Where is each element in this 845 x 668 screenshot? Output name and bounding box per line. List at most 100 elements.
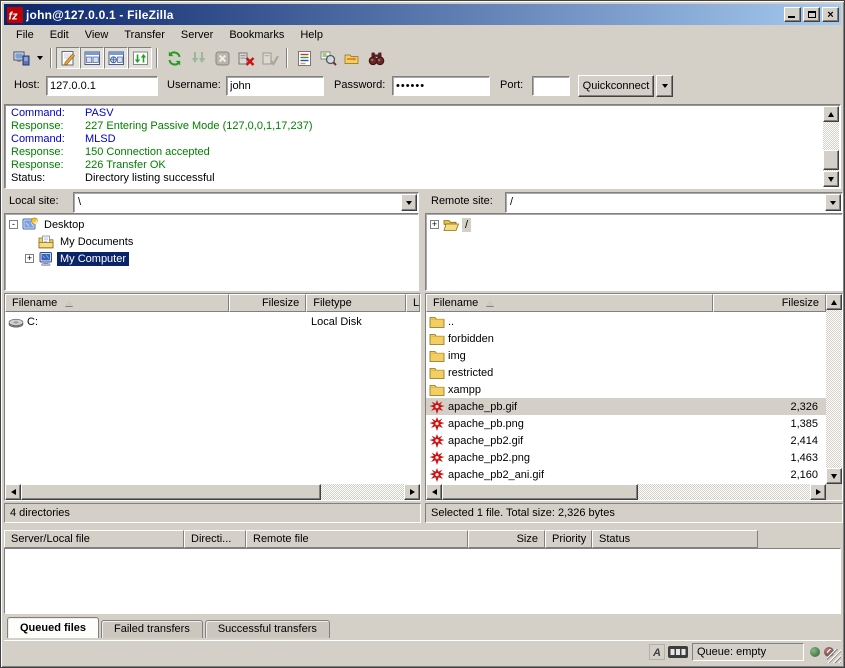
tree-item-icon: [443, 217, 459, 233]
remote-site-value: /: [510, 196, 513, 208]
queue-column-header[interactable]: Remote file: [246, 530, 468, 548]
file-row[interactable]: apache_pb.png 1,385: [426, 415, 826, 432]
remote-horizontal-scrollbar[interactable]: [426, 484, 826, 500]
log-scrollbar[interactable]: [823, 106, 839, 187]
queue-column-header[interactable]: Priority: [545, 530, 592, 548]
column-header-filesize[interactable]: Filesize: [229, 294, 306, 312]
column-header-filesize[interactable]: Filesize: [713, 294, 826, 312]
tree-item[interactable]: + My Computer: [9, 250, 418, 267]
password-input[interactable]: [392, 76, 490, 96]
tree-expander[interactable]: +: [430, 220, 439, 229]
menu-item[interactable]: Server: [173, 27, 221, 43]
quickconnect-button[interactable]: Quickconnect: [578, 75, 654, 97]
column-header-filename[interactable]: Filename: [426, 294, 713, 312]
menu-item[interactable]: Help: [292, 27, 331, 43]
synchronized-browsing-button[interactable]: [340, 47, 364, 69]
file-row[interactable]: img: [426, 347, 826, 364]
toggle-transfer-queue-button[interactable]: [128, 47, 152, 69]
scroll-left-button[interactable]: [5, 484, 21, 500]
queue-column-header[interactable]: Directi...: [184, 530, 246, 548]
disconnect-button[interactable]: [234, 47, 258, 69]
file-row[interactable]: ..: [426, 313, 826, 330]
scrollbar-thumb[interactable]: [21, 484, 321, 500]
scrollbar-thumb[interactable]: [823, 150, 839, 170]
tree-expander[interactable]: +: [25, 254, 34, 263]
site-manager-dropdown-button[interactable]: [33, 47, 46, 69]
local-horizontal-scrollbar[interactable]: [5, 484, 420, 500]
directory-comparison-button[interactable]: [316, 47, 340, 69]
queue-column-header[interactable]: Size: [468, 530, 545, 548]
queue-tab[interactable]: Failed transfers: [101, 620, 203, 638]
refresh-button[interactable]: [162, 47, 186, 69]
menu-item[interactable]: Bookmarks: [221, 27, 292, 43]
combo-dropdown-button[interactable]: [401, 194, 417, 211]
minimize-button[interactable]: [784, 7, 801, 22]
menu-item[interactable]: Transfer: [116, 27, 173, 43]
local-site-combo[interactable]: \: [73, 192, 419, 213]
toggle-remote-tree-button[interactable]: [104, 47, 128, 69]
queue-column-header[interactable]: Status: [592, 530, 758, 548]
tree-item-label: /: [462, 218, 471, 232]
scroll-down-button[interactable]: [826, 468, 842, 484]
file-row[interactable]: restricted: [426, 364, 826, 381]
port-input[interactable]: [532, 76, 570, 96]
tree-item[interactable]: + /: [430, 216, 842, 233]
reconnect-button[interactable]: [258, 47, 282, 69]
file-row[interactable]: apache_pb2.gif 2,414: [426, 432, 826, 449]
file-row[interactable]: C: Local Disk: [5, 313, 420, 330]
toggle-local-tree-button[interactable]: [80, 47, 104, 69]
maximize-button[interactable]: [803, 7, 820, 22]
file-name: apache_pb2_ani.gif: [448, 469, 544, 481]
quickconnect-dropdown-button[interactable]: [656, 75, 673, 97]
menu-item[interactable]: Edit: [42, 27, 77, 43]
menu-item[interactable]: File: [8, 27, 42, 43]
scroll-up-button[interactable]: [823, 106, 839, 122]
file-size: 2,326: [713, 401, 826, 413]
tree-item[interactable]: - Desktop: [9, 216, 418, 233]
filter-button[interactable]: [292, 47, 316, 69]
combo-dropdown-button[interactable]: [825, 194, 841, 211]
menubar: FileEditViewTransferServerBookmarksHelp: [4, 25, 841, 45]
toggle-message-log-button[interactable]: [56, 47, 80, 69]
file-size: 1,385: [713, 418, 826, 430]
column-header-filetype[interactable]: Filetype: [306, 294, 406, 312]
remote-site-combo[interactable]: /: [505, 192, 843, 213]
tree-expander[interactable]: -: [9, 220, 18, 229]
column-header-filename[interactable]: Filename: [5, 294, 229, 312]
site-manager-button[interactable]: [9, 47, 33, 69]
scroll-left-button[interactable]: [426, 484, 442, 500]
scroll-right-button[interactable]: [404, 484, 420, 500]
close-button[interactable]: ×: [822, 7, 839, 22]
queue-tab[interactable]: Queued files: [7, 617, 99, 638]
file-row[interactable]: xampp: [426, 381, 826, 398]
host-input[interactable]: [46, 76, 158, 96]
file-row[interactable]: apache_pb2_ani.gif 2,160: [426, 466, 826, 483]
file-icon: [429, 450, 445, 466]
tree-item[interactable]: My Documents: [9, 233, 418, 250]
scroll-up-button[interactable]: [826, 294, 842, 310]
cancel-operation-button[interactable]: [210, 47, 234, 69]
find-files-button[interactable]: [364, 47, 388, 69]
local-file-list: Filename Filesize Filetype L C: Local Di…: [4, 293, 421, 501]
file-name: forbidden: [448, 333, 494, 345]
scroll-down-button[interactable]: [823, 171, 839, 187]
chevron-down-icon: [37, 56, 43, 60]
menu-item[interactable]: View: [77, 27, 117, 43]
file-row[interactable]: apache_pb.gif 2,326: [426, 398, 826, 415]
username-input[interactable]: [226, 76, 324, 96]
file-name: img: [448, 350, 466, 362]
file-row[interactable]: forbidden: [426, 330, 826, 347]
column-header-truncated[interactable]: L: [406, 294, 420, 312]
scroll-right-button[interactable]: [810, 484, 826, 500]
tree-item-label: My Documents: [57, 235, 136, 249]
queue-tab[interactable]: Successful transfers: [205, 620, 330, 638]
scrollbar-thumb[interactable]: [442, 484, 638, 500]
process-queue-button[interactable]: [186, 47, 210, 69]
speed-limits-icon[interactable]: [668, 646, 688, 658]
remote-vertical-scrollbar[interactable]: [826, 294, 842, 484]
file-row[interactable]: apache_pb2.png 1,463: [426, 449, 826, 466]
resize-grip[interactable]: [827, 649, 841, 663]
data-type-indicator-icon[interactable]: A: [649, 644, 665, 660]
queue-column-header[interactable]: Server/Local file: [4, 530, 184, 548]
sort-ascending-icon: [486, 300, 494, 306]
